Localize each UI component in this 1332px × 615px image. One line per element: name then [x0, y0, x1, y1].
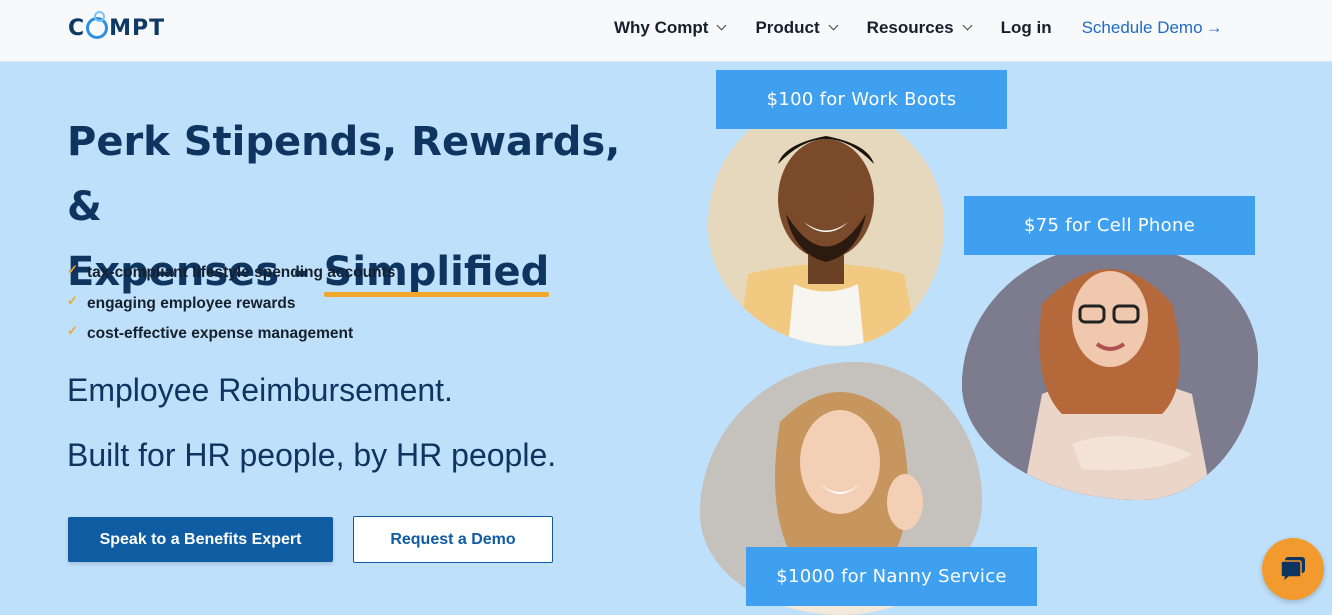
subheading-tagline: Built for HR people, by HR people.: [67, 437, 557, 473]
feature-item: ✓ engaging employee rewards: [67, 289, 395, 320]
arrow-right-icon: →: [1205, 18, 1223, 37]
main-nav: Why Compt Product Resources Log in Sched…: [614, 17, 1223, 39]
chat-bubble-icon: [1280, 557, 1305, 584]
feature-item: ✓ tax-compliant lifestyle spending accou…: [67, 258, 395, 289]
nav-resources-label: Resources: [866, 18, 954, 37]
feature-text: cost-effective expense management: [87, 325, 354, 343]
nav-resources[interactable]: Resources: [866, 18, 973, 38]
check-icon: ✓: [67, 262, 78, 278]
nav-why-compt[interactable]: Why Compt: [614, 18, 727, 38]
man-photo: [708, 104, 944, 346]
nav-why-compt-label: Why Compt: [614, 18, 709, 37]
subheading-reimbursement: Employee Reimbursement.: [67, 372, 453, 408]
speak-to-expert-button[interactable]: Speak to a Benefits Expert: [68, 517, 333, 562]
feature-list: ✓ tax-compliant lifestyle spending accou…: [67, 258, 395, 350]
check-icon: ✓: [67, 292, 78, 308]
schedule-demo-link[interactable]: Schedule Demo →: [1082, 18, 1223, 38]
schedule-demo-label: Schedule Demo: [1081, 18, 1203, 37]
hero-title-line1: Perk Stipends, Rewards, &: [67, 119, 621, 230]
logo-o-icon: [86, 11, 109, 39]
feature-text: tax-compliant lifestyle spending account…: [87, 264, 396, 282]
site-header: C MPT Why Compt Product Resources Log in …: [0, 0, 1332, 62]
feature-item: ✓ cost-effective expense management: [67, 319, 395, 350]
request-demo-button[interactable]: Request a Demo: [353, 516, 553, 563]
chevron-down-icon: [716, 20, 727, 31]
nav-product-label: Product: [755, 18, 820, 37]
login-link[interactable]: Log in: [1001, 18, 1052, 38]
work-boots-tag: $100 for Work Boots: [716, 70, 1007, 129]
compt-logo[interactable]: C MPT: [68, 11, 166, 43]
chat-widget-button[interactable]: [1262, 538, 1324, 600]
chevron-down-icon: [962, 20, 973, 31]
feature-text: engaging employee rewards: [87, 294, 296, 312]
nav-product[interactable]: Product: [755, 18, 839, 38]
woman-glasses-photo: [962, 244, 1258, 500]
chevron-down-icon: [828, 20, 839, 31]
nanny-service-tag: $1000 for Nanny Service: [746, 547, 1037, 606]
check-icon: ✓: [67, 323, 78, 339]
logo-text-end: MPT: [109, 15, 166, 41]
logo-text-start: C: [68, 15, 86, 41]
cell-phone-tag: $75 for Cell Phone: [964, 196, 1255, 255]
